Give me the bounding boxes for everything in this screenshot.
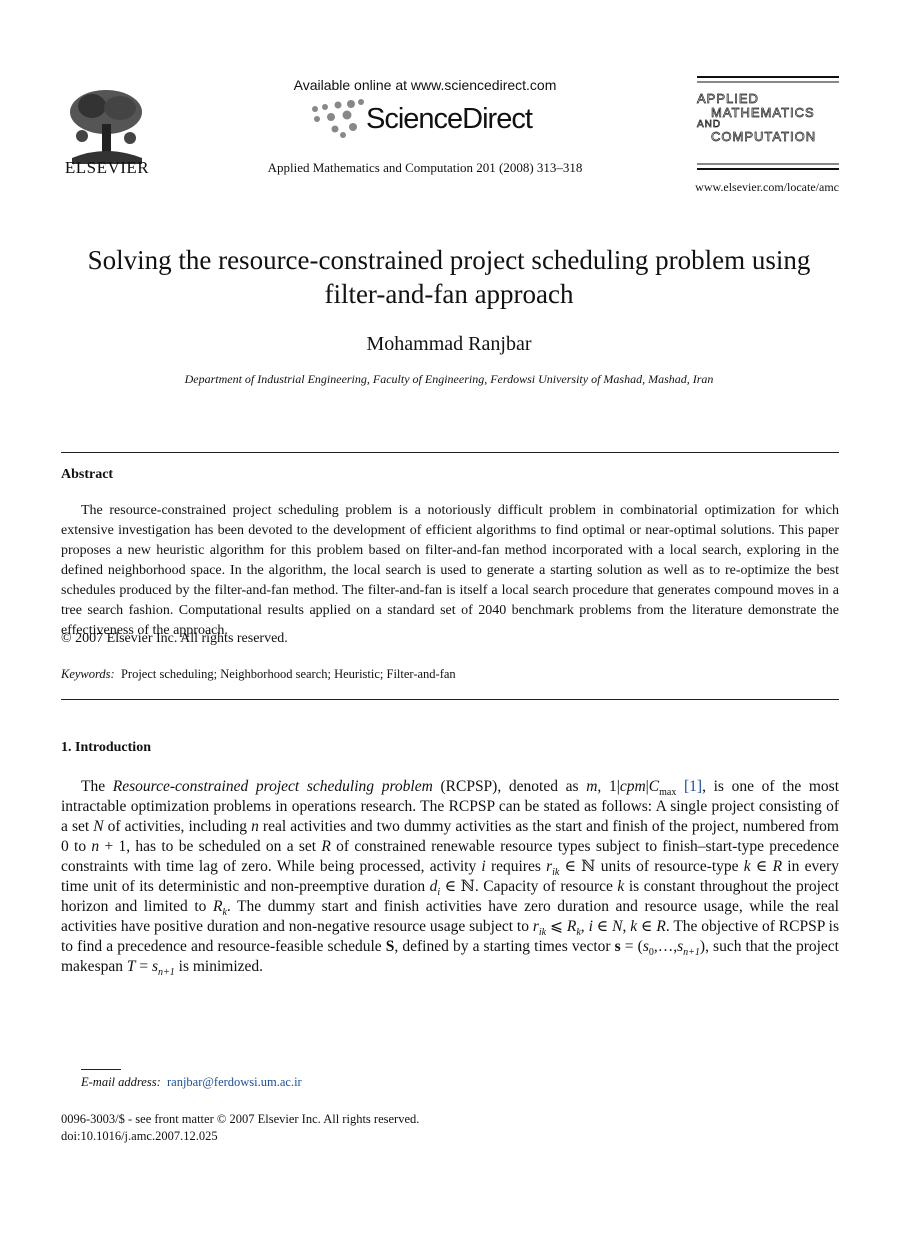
text: (RCPSP), denoted as [432, 778, 587, 795]
available-online-text: Available online at www.sciencedirect.co… [293, 77, 557, 93]
math: ∈ [637, 918, 657, 935]
math: = ( [620, 938, 643, 955]
sciencedirect-wordmark: ScienceDirect [366, 103, 533, 135]
text: is minimized. [174, 958, 264, 975]
text: of activities, including [103, 818, 252, 835]
math: R [566, 918, 577, 935]
text: + 1, has to be scheduled on a set [99, 838, 322, 855]
article-title: Solving the resource-constrained project… [87, 245, 811, 309]
abstract-text: The resource-constrained project schedul… [61, 503, 839, 638]
footnote-email: E-mail address: ranjbar@ferdowsi.um.ac.i… [81, 1075, 302, 1090]
text: The [81, 778, 113, 795]
doi-line[interactable]: doi:10.1016/j.amc.2007.12.025 [61, 1129, 218, 1144]
journal-logo-line: COMPUTATION [711, 129, 817, 144]
email-label: E-mail address: [81, 1075, 161, 1089]
footnote-rule [81, 1069, 121, 1070]
abstract-copyright: © 2007 Elsevier Inc. All rights reserved… [61, 631, 288, 646]
math: = [135, 958, 152, 975]
math-subscript: n+1 [683, 947, 700, 959]
math: ∈ [750, 858, 773, 875]
author-affiliation: Department of Industrial Engineering, Fa… [184, 372, 714, 386]
math: m [586, 778, 598, 795]
journal-citation: Applied Mathematics and Computation 201 … [267, 160, 583, 175]
math: C [648, 778, 660, 795]
math: ∈ [592, 918, 613, 935]
math-subscript: max [659, 787, 677, 799]
keywords: Keywords: Project scheduling; Neighborho… [61, 667, 456, 682]
keywords-label: Keywords: [61, 667, 115, 681]
citation-link[interactable]: [1] [684, 778, 702, 795]
math: N [93, 818, 104, 835]
introduction-body: The Resource-constrained project schedul… [61, 777, 839, 979]
section-heading-introduction: 1. Introduction [61, 740, 151, 755]
math: n [251, 818, 259, 835]
text: , defined by a starting times vector [394, 938, 615, 955]
abstract-heading: Abstract [61, 467, 114, 482]
text: , [580, 918, 589, 935]
math: R [321, 838, 331, 855]
journal-logo-line: APPLIED [697, 91, 759, 106]
issn-line: 0096-3003/$ - see front matter © 2007 El… [61, 1112, 420, 1126]
journal-logo-line: MATHEMATICS [711, 105, 815, 120]
math: , 1| [597, 778, 620, 795]
author-name: Mohammad Ranjbar [366, 333, 532, 355]
divider [61, 452, 839, 453]
math: k [743, 858, 751, 875]
publisher-name: ELSEVIER [64, 158, 150, 177]
email-link[interactable]: ranjbar@ferdowsi.um.ac.ir [167, 1075, 302, 1089]
math: ,…, [653, 938, 678, 955]
journal-url[interactable]: www.elsevier.com/locate/amc [650, 180, 839, 195]
math: R [772, 858, 783, 875]
journal-logo-text: APPLIED MATHEMATICS AND COMPUTATION [697, 91, 817, 144]
math: ⩽ [546, 918, 567, 935]
math-subscript: n+1 [158, 967, 175, 979]
keywords-list: Project scheduling; Neighborhood search;… [120, 667, 456, 681]
math: n [91, 838, 100, 855]
math: R [656, 918, 666, 935]
text: ∈ ℕ units of resource-type [559, 858, 744, 875]
abstract-body: The resource-constrained project schedul… [61, 501, 839, 641]
introduction-paragraph: The Resource-constrained project schedul… [61, 777, 839, 979]
text: requires [485, 858, 547, 875]
divider [61, 699, 839, 700]
term: Resource-constrained project scheduling … [112, 778, 433, 795]
text: ∈ ℕ. Capacity of resource [440, 878, 618, 895]
math: N [612, 918, 623, 935]
text [676, 778, 684, 795]
math: cpm [619, 778, 646, 795]
